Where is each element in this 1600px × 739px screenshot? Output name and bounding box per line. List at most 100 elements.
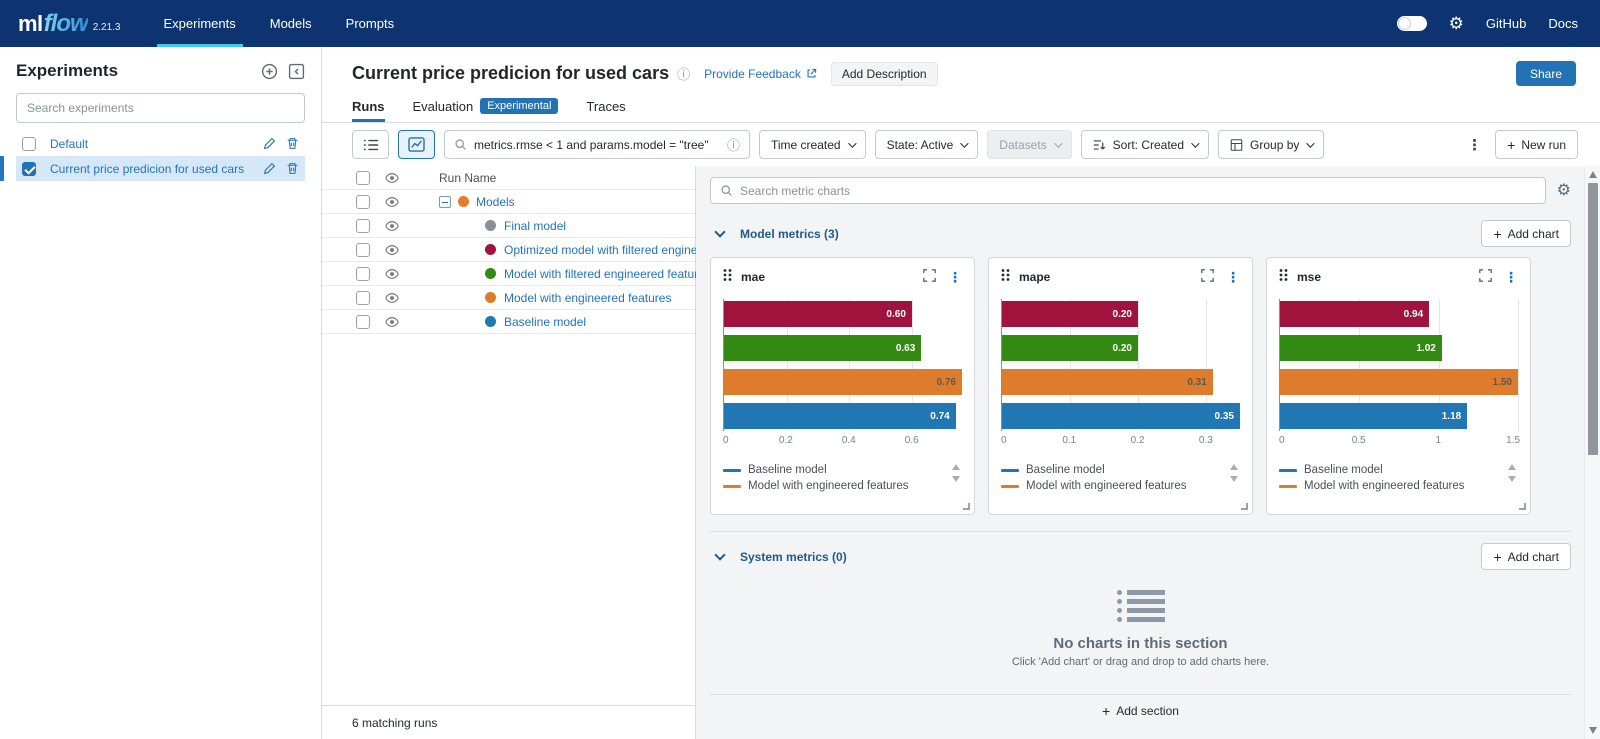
legend-item[interactable]: Baseline model (723, 462, 946, 478)
legend-scroll-up-icon[interactable] (1230, 464, 1238, 470)
chart-options-kebab-icon[interactable]: ⋮ (1226, 270, 1240, 284)
time-created-dropdown[interactable]: Time created (759, 130, 866, 159)
drag-handle-icon[interactable] (1279, 268, 1288, 285)
metric-charts-search-input[interactable] (740, 184, 1536, 198)
docs-link[interactable]: Docs (1548, 16, 1578, 31)
resize-handle[interactable] (1241, 503, 1248, 510)
chart-bar[interactable]: 1.18 (1280, 403, 1467, 429)
search-experiments-input[interactable] (16, 93, 305, 123)
table-row[interactable]: Optimized model with filtered engineered… (322, 238, 695, 262)
nav-item-prompts[interactable]: Prompts (329, 0, 411, 47)
tab-traces[interactable]: Traces (586, 99, 625, 122)
expand-chart-icon[interactable] (1479, 269, 1492, 285)
chart-bar[interactable]: 1.50 (1280, 369, 1518, 395)
visibility-eye-icon[interactable] (385, 315, 399, 329)
chart-bar[interactable]: 1.02 (1280, 335, 1442, 361)
legend-scroll-down-icon[interactable] (1508, 476, 1516, 482)
delete-trash-icon[interactable] (286, 137, 299, 150)
table-row[interactable]: Model with filtered engineered features (322, 262, 695, 286)
expand-chart-icon[interactable] (1201, 269, 1214, 285)
resize-handle[interactable] (1519, 503, 1526, 510)
chart-options-kebab-icon[interactable]: ⋮ (1504, 270, 1518, 284)
new-run-button[interactable]: +New run (1495, 130, 1578, 159)
visibility-eye-icon[interactable] (385, 219, 399, 233)
visibility-eye-icon[interactable] (385, 243, 399, 257)
row-checkbox[interactable] (356, 291, 370, 305)
visibility-eye-icon[interactable] (385, 171, 399, 185)
nav-item-experiments[interactable]: Experiments (147, 0, 253, 47)
visibility-eye-icon[interactable] (385, 195, 399, 209)
chart-options-kebab-icon[interactable]: ⋮ (948, 270, 962, 284)
section-chevron-icon[interactable] (714, 549, 725, 560)
scrollbar-thumb[interactable] (1588, 183, 1598, 455)
table-row[interactable]: Final model (322, 214, 695, 238)
row-checkbox[interactable] (356, 195, 370, 209)
run-name-link[interactable]: Models (476, 195, 515, 209)
legend-scroll-up-icon[interactable] (1508, 464, 1516, 470)
sort-dropdown[interactable]: Sort: Created (1081, 130, 1209, 159)
group-by-dropdown[interactable]: Group by (1218, 130, 1324, 159)
more-options-kebab-icon[interactable]: ⋮ (1463, 136, 1486, 154)
system-metrics-section-label[interactable]: System metrics (0) (740, 550, 847, 564)
collapse-sidebar-icon[interactable] (288, 63, 305, 80)
drag-handle-icon[interactable] (1001, 268, 1010, 285)
edit-pencil-icon[interactable] (263, 137, 276, 150)
query-info-icon[interactable]: ⓘ (727, 135, 740, 154)
legend-item[interactable]: Baseline model (1001, 462, 1224, 478)
resize-handle[interactable] (963, 503, 970, 510)
experiment-item-current[interactable]: Current price predicion for used cars (16, 156, 305, 181)
provide-feedback-link[interactable]: Provide Feedback (704, 67, 817, 81)
chart-bar[interactable]: 0.76 (724, 369, 962, 395)
legend-item[interactable]: Baseline model (1279, 462, 1502, 478)
scrollbar-up-arrow[interactable] (1589, 171, 1597, 178)
state-dropdown[interactable]: State: Active (875, 130, 979, 159)
legend-item[interactable]: Model with engineered features (1279, 478, 1502, 494)
github-link[interactable]: GitHub (1486, 16, 1526, 31)
add-section-button[interactable]: + Add section (710, 694, 1571, 718)
experiment-label[interactable]: Default (50, 137, 255, 151)
chart-bar[interactable]: 0.94 (1280, 301, 1429, 327)
theme-toggle[interactable] (1397, 16, 1427, 31)
add-chart-button[interactable]: +Add chart (1481, 543, 1571, 570)
visibility-eye-icon[interactable] (385, 267, 399, 281)
tab-runs[interactable]: Runs (352, 99, 385, 122)
settings-gear-icon[interactable]: ⚙ (1449, 15, 1464, 32)
vertical-scrollbar[interactable] (1584, 166, 1600, 739)
list-view-button[interactable] (352, 130, 389, 159)
row-checkbox[interactable] (356, 243, 370, 257)
experiment-checkbox[interactable] (22, 162, 36, 176)
row-checkbox[interactable] (356, 315, 370, 329)
chart-bar[interactable]: 0.60 (724, 301, 912, 327)
legend-item[interactable]: Model with engineered features (1001, 478, 1224, 494)
experiment-label[interactable]: Current price predicion for used cars (50, 162, 255, 176)
runs-search-input[interactable] (474, 138, 720, 152)
create-experiment-icon[interactable] (261, 63, 278, 80)
experiment-item-default[interactable]: Default (16, 131, 305, 156)
nav-item-models[interactable]: Models (253, 0, 329, 47)
expand-chart-icon[interactable] (923, 269, 936, 285)
select-all-checkbox[interactable] (356, 171, 370, 185)
chart-view-button[interactable] (398, 130, 435, 159)
drag-handle-icon[interactable] (723, 268, 732, 285)
chart-bar[interactable]: 0.20 (1002, 335, 1138, 361)
mlflow-logo[interactable]: mlflow 2.21.3 (0, 0, 147, 47)
table-row[interactable]: Model with engineered features (322, 286, 695, 310)
add-chart-button[interactable]: +Add chart (1481, 220, 1571, 247)
chart-settings-gear-icon[interactable]: ⚙ (1557, 183, 1571, 199)
chart-bar[interactable]: 0.31 (1002, 369, 1213, 395)
info-icon[interactable]: ⓘ (677, 64, 690, 83)
table-row[interactable]: Baseline model (322, 310, 695, 334)
visibility-eye-icon[interactable] (385, 291, 399, 305)
chart-bar[interactable]: 0.20 (1002, 301, 1138, 327)
run-name-link[interactable]: Baseline model (504, 315, 586, 329)
legend-scroll-down-icon[interactable] (952, 476, 960, 482)
legend-scroll-up-icon[interactable] (952, 464, 960, 470)
chart-bar[interactable]: 0.63 (724, 335, 921, 361)
delete-trash-icon[interactable] (286, 162, 299, 175)
collapse-group-icon[interactable] (439, 196, 451, 208)
scrollbar-down-arrow[interactable] (1589, 727, 1597, 734)
run-name-link[interactable]: Model with filtered engineered features (504, 267, 711, 281)
legend-item[interactable]: Model with engineered features (723, 478, 946, 494)
model-metrics-section-label[interactable]: Model metrics (3) (740, 227, 839, 241)
experiment-checkbox[interactable] (22, 137, 36, 151)
